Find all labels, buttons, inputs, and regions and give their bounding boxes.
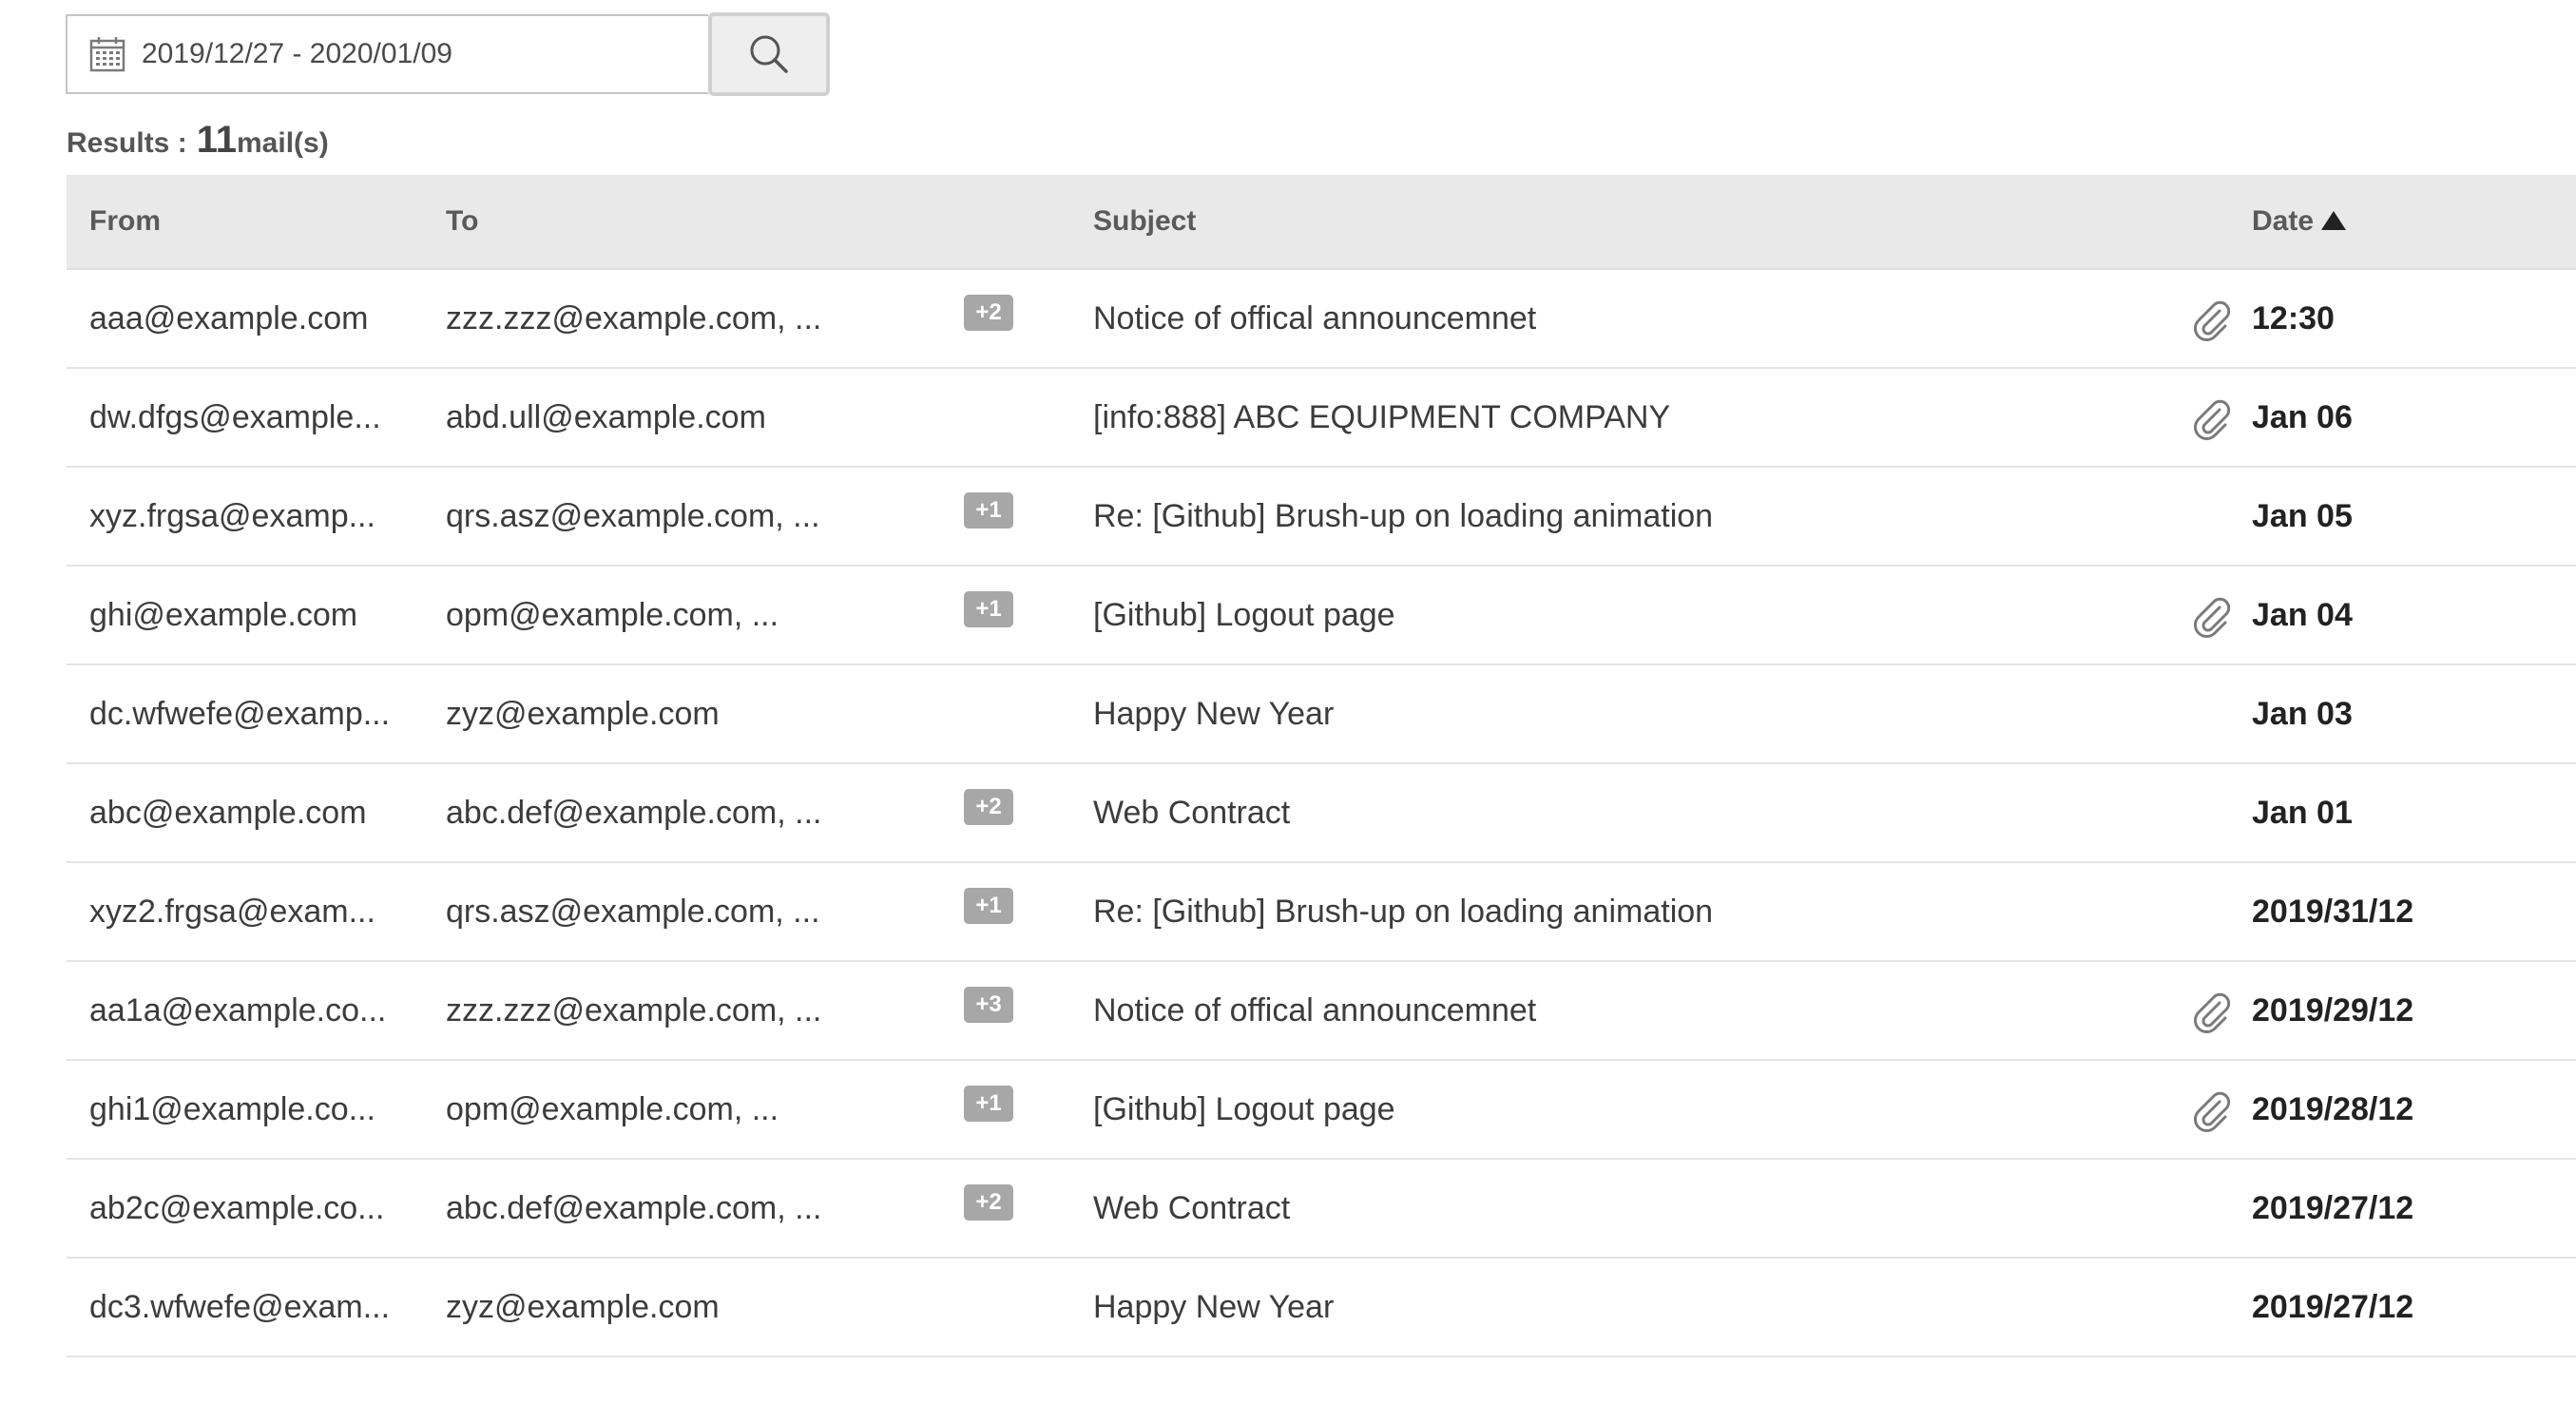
search-button[interactable] <box>708 12 830 96</box>
attachment-icon <box>2194 399 2231 440</box>
column-header-from[interactable]: From <box>89 175 161 268</box>
table-row[interactable]: xyz2.frgsa@exam... qrs.asz@example.com, … <box>67 863 2576 962</box>
table-row[interactable]: dc.wfwefe@examp... zyz@example.com Happy… <box>67 665 2576 764</box>
subject-cell: [Github] Logout page <box>1093 1091 1395 1127</box>
date-cell: Jan 05 <box>2252 498 2353 534</box>
column-header-date[interactable]: Date <box>2252 175 2347 268</box>
date-cell: 2019/27/12 <box>2252 1289 2414 1325</box>
to-cell: abc.def@example.com, ... <box>446 795 822 831</box>
recipient-count-badge: +1 <box>964 888 1013 924</box>
subject-cell: Notice of offical announcemnet <box>1093 300 1537 337</box>
recipient-count-badge: +1 <box>964 591 1013 627</box>
date-cell: Jan 03 <box>2252 696 2353 732</box>
recipient-count-badge: +1 <box>964 492 1013 529</box>
to-cell: opm@example.com, ... <box>446 597 779 633</box>
from-cell: xyz2.frgsa@exam... <box>89 894 375 930</box>
subject-cell: Web Contract <box>1093 795 1291 831</box>
to-cell: zyz@example.com <box>446 1289 720 1325</box>
date-range-value: 2019/12/27 - 2020/01/09 <box>142 38 452 69</box>
table-row[interactable]: abc@example.com abc.def@example.com, ...… <box>67 764 2576 863</box>
date-cell: 2019/29/12 <box>2252 992 2414 1029</box>
table-row[interactable]: dc3.wfwefe@exam... zyz@example.com Happy… <box>67 1259 2576 1357</box>
subject-cell: Re: [Github] Brush-up on loading animati… <box>1093 894 1714 930</box>
results-unit: mail(s) <box>237 127 329 159</box>
column-header-date-label: Date <box>2252 205 2315 237</box>
date-cell: 2019/27/12 <box>2252 1190 2414 1226</box>
from-cell: abc@example.com <box>89 795 367 831</box>
date-cell: 12:30 <box>2252 300 2335 337</box>
date-range-input[interactable]: 2019/12/27 - 2020/01/09 <box>66 14 708 94</box>
sort-up-arrow-icon <box>2321 211 2347 231</box>
subject-cell: [Github] Logout page <box>1093 597 1395 633</box>
to-cell: opm@example.com, ... <box>446 1091 779 1127</box>
from-cell: aaa@example.com <box>89 300 369 337</box>
from-cell: ghi1@example.co... <box>89 1091 376 1127</box>
table-body: aaa@example.com zzz.zzz@example.com, ...… <box>67 270 2576 1357</box>
mail-search-page: 2019/12/27 - 2020/01/09 Results : 11 mai… <box>0 0 2576 1423</box>
table-row[interactable]: ab2c@example.co... abc.def@example.com, … <box>67 1160 2576 1259</box>
to-cell: zzz.zzz@example.com, ... <box>446 300 822 337</box>
from-cell: ghi@example.com <box>89 597 358 633</box>
recipient-count-badge: +2 <box>964 295 1013 331</box>
from-cell: dc3.wfwefe@exam... <box>89 1289 391 1325</box>
table-row[interactable]: xyz.frgsa@examp... qrs.asz@example.com, … <box>67 468 2576 567</box>
to-cell: abc.def@example.com, ... <box>446 1190 822 1226</box>
recipient-count-badge: +3 <box>964 987 1013 1023</box>
results-summary: Results : 11 mail(s) <box>67 119 329 162</box>
attachment-icon <box>2194 992 2231 1033</box>
attachment-icon <box>2194 597 2231 638</box>
date-search-bar: 2019/12/27 - 2020/01/09 <box>66 12 830 96</box>
recipient-count-badge: +1 <box>964 1086 1013 1122</box>
to-cell: zzz.zzz@example.com, ... <box>446 992 822 1029</box>
date-cell: 2019/31/12 <box>2252 894 2414 930</box>
table-header: From To Subject Date <box>67 175 2576 270</box>
date-cell: Jan 06 <box>2252 399 2353 435</box>
to-cell: qrs.asz@example.com, ... <box>446 894 820 930</box>
subject-cell: Notice of offical announcemnet <box>1093 992 1537 1029</box>
recipient-count-badge: +2 <box>964 1184 1013 1221</box>
attachment-icon <box>2194 300 2231 341</box>
from-cell: ab2c@example.co... <box>89 1190 385 1226</box>
date-cell: Jan 04 <box>2252 597 2353 633</box>
from-cell: dw.dfgs@example... <box>89 399 381 435</box>
to-cell: zyz@example.com <box>446 696 720 732</box>
results-count: 11 <box>196 119 237 161</box>
to-cell: abd.ull@example.com <box>446 399 766 435</box>
table-row[interactable]: aa1a@example.co... zzz.zzz@example.com, … <box>67 962 2576 1061</box>
calendar-icon[interactable] <box>88 35 126 73</box>
from-cell: dc.wfwefe@examp... <box>89 696 391 732</box>
search-icon <box>750 35 788 73</box>
from-cell: aa1a@example.co... <box>89 992 387 1029</box>
subject-cell: Happy New Year <box>1093 696 1335 732</box>
subject-cell: Re: [Github] Brush-up on loading animati… <box>1093 498 1714 534</box>
table-row[interactable]: aaa@example.com zzz.zzz@example.com, ...… <box>67 270 2576 369</box>
results-label: Results : <box>67 127 187 159</box>
attachment-icon <box>2194 1091 2231 1132</box>
subject-cell: Web Contract <box>1093 1190 1291 1226</box>
table-row[interactable]: dw.dfgs@example... abd.ull@example.com [… <box>67 369 2576 468</box>
column-header-subject[interactable]: Subject <box>1093 175 1196 268</box>
table-row[interactable]: ghi@example.com opm@example.com, ... +1 … <box>67 567 2576 665</box>
date-cell: Jan 01 <box>2252 795 2353 831</box>
mail-table: From To Subject Date aaa@example.com zzz… <box>67 175 2576 1357</box>
column-header-to[interactable]: To <box>446 175 478 268</box>
subject-cell: [info:888] ABC EQUIPMENT COMPANY <box>1093 399 1671 435</box>
from-cell: xyz.frgsa@examp... <box>89 498 375 534</box>
recipient-count-badge: +2 <box>964 789 1013 825</box>
subject-cell: Happy New Year <box>1093 1289 1335 1325</box>
to-cell: qrs.asz@example.com, ... <box>446 498 820 534</box>
table-row[interactable]: ghi1@example.co... opm@example.com, ... … <box>67 1061 2576 1160</box>
date-cell: 2019/28/12 <box>2252 1091 2414 1127</box>
